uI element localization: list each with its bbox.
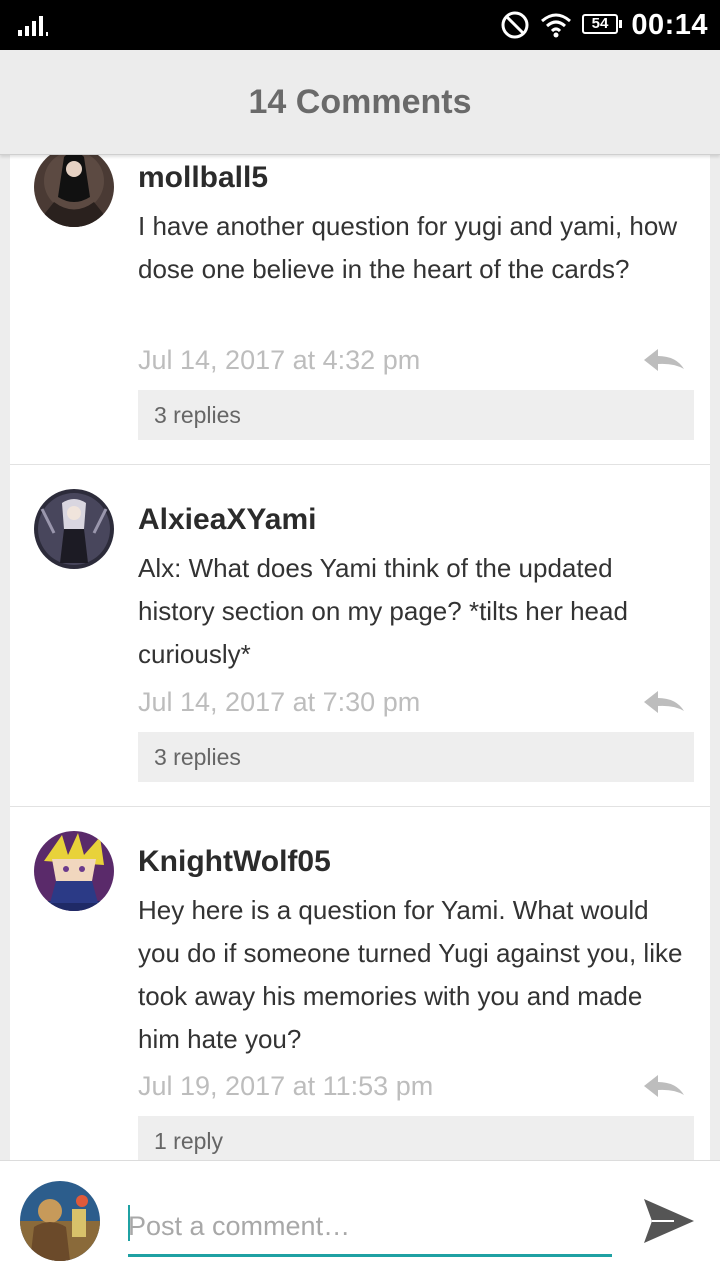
page-header: 14 Comments [0, 50, 720, 155]
wifi-icon [541, 13, 571, 38]
comment-input[interactable] [128, 1199, 612, 1257]
avatar[interactable] [34, 831, 114, 911]
comment-username[interactable]: mollball5 [138, 161, 268, 195]
signal-icon [18, 16, 48, 36]
comment-text: Hey here is a question for Yami. What wo… [138, 895, 683, 1054]
page-title: 14 Comments [248, 82, 472, 121]
replies-button[interactable]: 3 replies [138, 390, 694, 440]
comment-date: Jul 14, 2017 at 4:32 pm [138, 345, 421, 375]
status-time: 00:14 [631, 9, 708, 41]
divider [10, 806, 710, 807]
reply-arrow-icon[interactable] [640, 1071, 686, 1101]
comment-text: I have another question for yugi and yam… [138, 211, 678, 284]
divider [10, 464, 710, 465]
do-not-disturb-icon [501, 11, 529, 39]
replies-button[interactable]: 1 reply [138, 1116, 694, 1160]
reply-arrow-icon[interactable] [640, 345, 686, 375]
comment-composer [0, 1160, 720, 1281]
battery-icon: 54 [582, 14, 622, 34]
comment-text: Alx: What does Yami think of the updated… [138, 553, 628, 669]
current-user-avatar[interactable] [20, 1181, 100, 1261]
reply-arrow-icon[interactable] [640, 687, 686, 717]
avatar[interactable] [34, 155, 114, 227]
avatar[interactable] [34, 489, 114, 569]
comment-date: Jul 14, 2017 at 7:30 pm [138, 687, 421, 717]
replies-button[interactable]: 3 replies [138, 732, 694, 782]
send-icon[interactable] [640, 1193, 696, 1249]
status-bar: 54 00:14 [0, 0, 720, 50]
comment-username[interactable]: KnightWolf05 [138, 845, 331, 879]
comment-list[interactable]: mollball5 I have another question for yu… [10, 155, 710, 1160]
comment-username[interactable]: AlxieaXYami [138, 503, 316, 537]
comment-date: Jul 19, 2017 at 11:53 pm [138, 1071, 434, 1101]
